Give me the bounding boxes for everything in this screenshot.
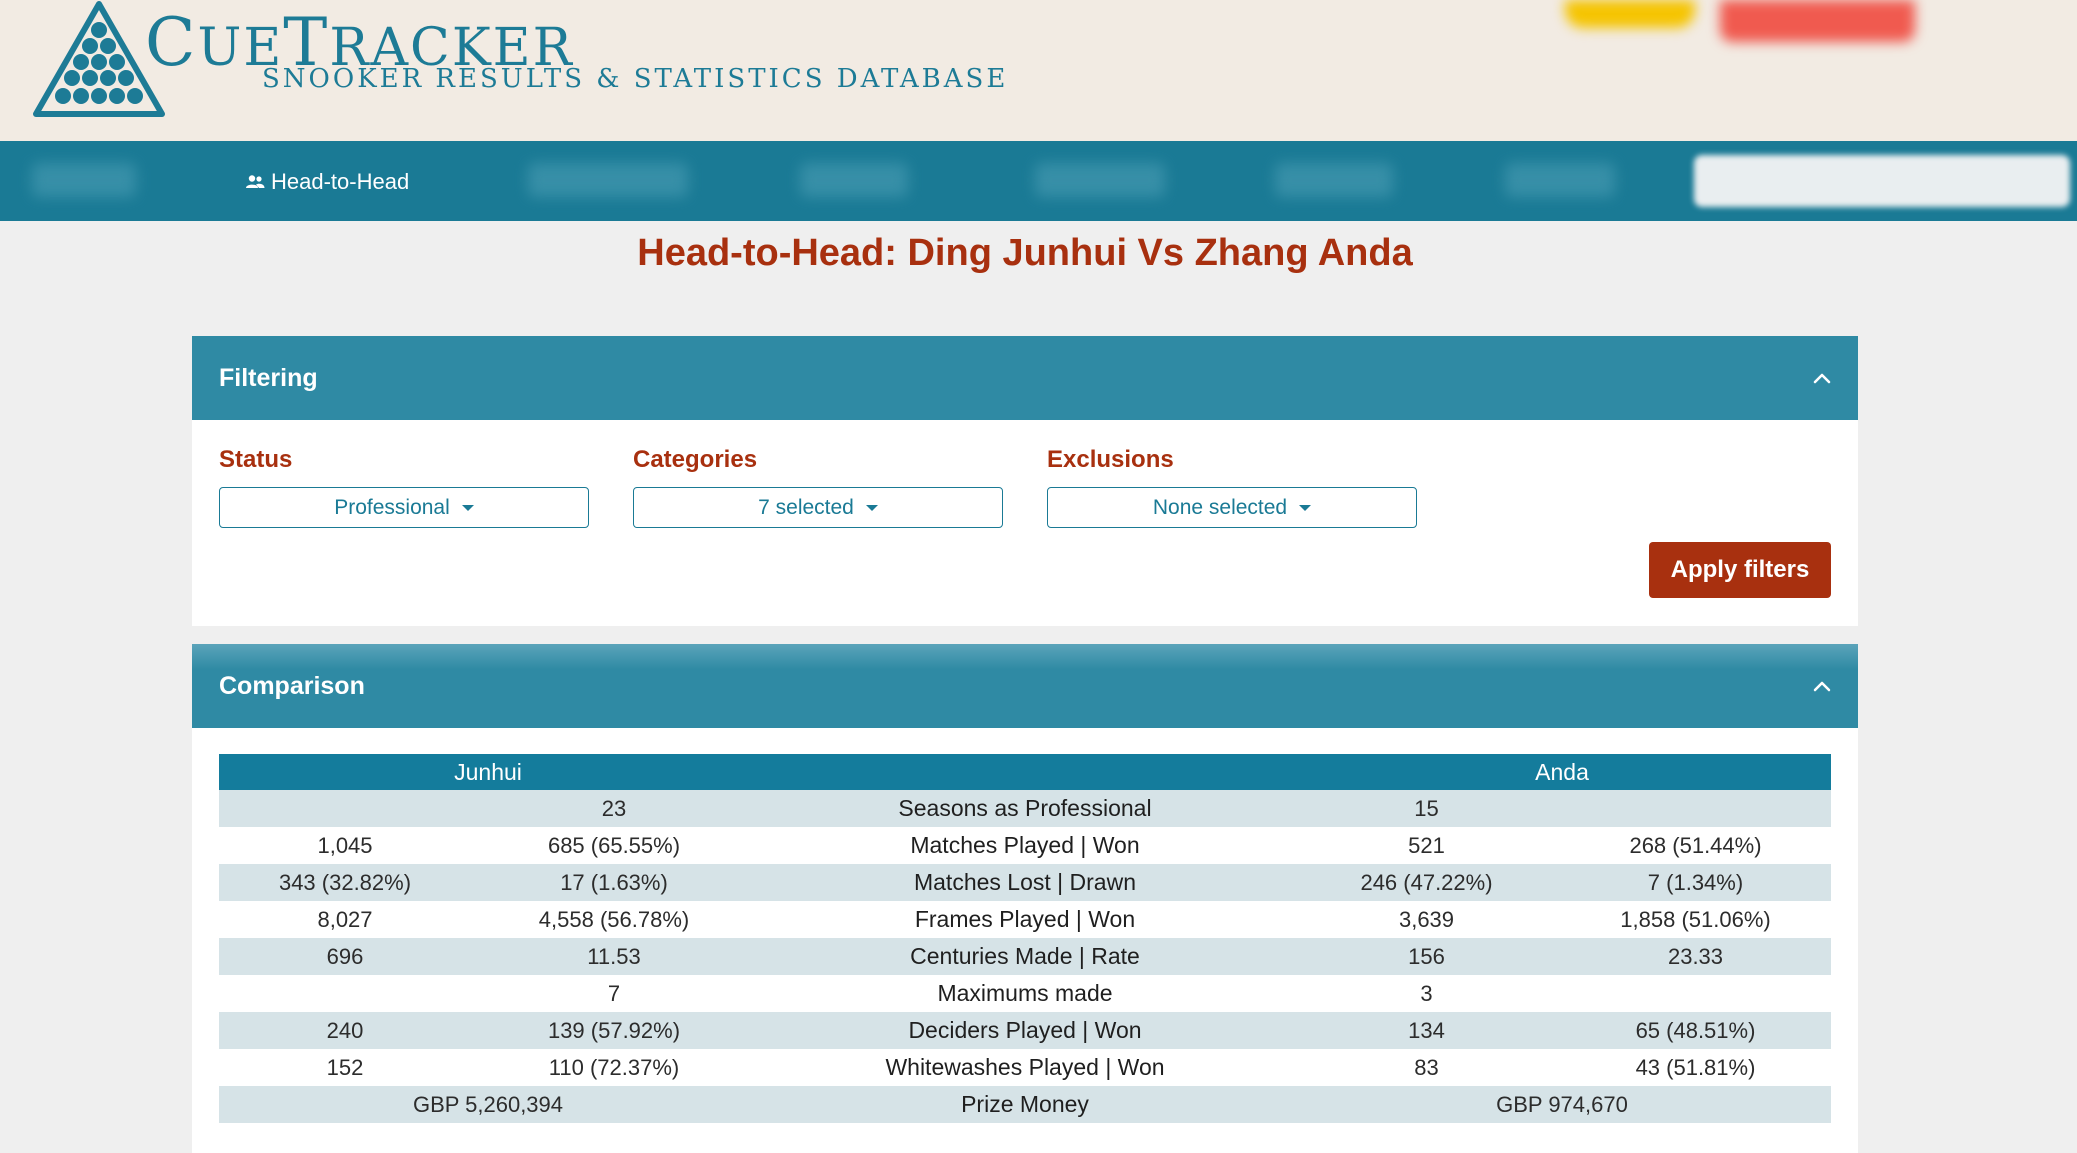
caret-down-icon bbox=[1299, 504, 1312, 511]
p2-value-b bbox=[1560, 975, 1831, 1012]
p1-value-b: 110 (72.37%) bbox=[548, 1054, 680, 1080]
p2-value-b: 43 (51.81%) bbox=[1635, 1054, 1756, 1080]
p1-value-b: 23 bbox=[471, 790, 757, 827]
chevron-up-icon[interactable] bbox=[1812, 372, 1832, 384]
table-row: 7 Maximums made 3 bbox=[219, 975, 1831, 1012]
table-row: 696 11.53 Centuries Made | Rate 156 23.3… bbox=[219, 938, 1831, 975]
table-row: 152 110 (72.37%) Whitewashes Played | Wo… bbox=[219, 1049, 1831, 1086]
search-input[interactable] bbox=[1694, 155, 2070, 207]
stat-label: Centuries Made | Rate bbox=[757, 938, 1293, 975]
comparison-panel-header[interactable]: Comparison bbox=[192, 644, 1858, 728]
p2-value-b: 7 (1.34%) bbox=[1560, 864, 1831, 901]
p2-value-a: 156 bbox=[1293, 938, 1560, 975]
nav-item-blurred[interactable] bbox=[528, 163, 688, 197]
logo-subtitle: SNOOKER RESULTS & STATISTICS DATABASE bbox=[262, 64, 1009, 94]
p1-value-a: 343 (32.82%) bbox=[219, 864, 471, 901]
p2-prize-money: GBP 974,670 bbox=[1293, 1086, 1831, 1123]
stat-label: Whitewashes Played | Won bbox=[885, 1054, 1165, 1080]
p1-value-b: 7 bbox=[607, 980, 621, 1006]
comparison-panel: Comparison Junhui Anda 23 Seasons as Pro… bbox=[192, 644, 1858, 1153]
p1-value-b: 17 (1.63%) bbox=[471, 864, 757, 901]
table-row: 8,027 4,558 (56.78%) Frames Played | Won… bbox=[219, 901, 1831, 938]
p2-value-a: 15 bbox=[1293, 790, 1560, 827]
stat-label: Frames Played | Won bbox=[914, 906, 1136, 932]
p1-value-a: 240 bbox=[219, 1012, 471, 1049]
p2-value-b: 1,858 (51.06%) bbox=[1620, 906, 1771, 932]
exclusions-select[interactable]: None selected bbox=[1047, 487, 1417, 528]
player2-header: Anda bbox=[1293, 754, 1831, 790]
apply-filters-button[interactable]: Apply filters bbox=[1649, 542, 1831, 598]
filtering-panel-header[interactable]: Filtering bbox=[192, 336, 1858, 420]
nav-item-blurred[interactable] bbox=[1505, 163, 1615, 197]
p2-value-a: 3,639 bbox=[1398, 906, 1455, 932]
table-row: GBP 5,260,394 Prize Money GBP 974,670 bbox=[219, 1086, 1831, 1123]
p1-value-a: 1,045 bbox=[317, 832, 373, 858]
player1-header: Junhui bbox=[219, 754, 757, 790]
p1-prize-money: GBP 5,260,394 bbox=[219, 1086, 757, 1123]
p2-value-b: 268 (51.44%) bbox=[1629, 832, 1762, 858]
caret-down-icon bbox=[461, 504, 474, 511]
table-header-row: Junhui Anda bbox=[219, 754, 1831, 790]
table-row: 1,045 685 (65.55%) Matches Played | Won … bbox=[219, 827, 1831, 864]
table-row: 343 (32.82%) 17 (1.63%) Matches Lost | D… bbox=[219, 864, 1831, 901]
table-row: 23 Seasons as Professional 15 bbox=[219, 790, 1831, 827]
p1-value-b: 139 (57.92%) bbox=[471, 1012, 757, 1049]
stat-label: Deciders Played | Won bbox=[757, 1012, 1293, 1049]
p2-value-b: 23.33 bbox=[1560, 938, 1831, 975]
p1-value-a: 8,027 bbox=[317, 906, 373, 932]
page-title: Head-to-Head: Ding Junhui Vs Zhang Anda bbox=[637, 232, 1413, 274]
p1-value-b: 685 (65.55%) bbox=[547, 832, 681, 858]
nav-item-head-to-head[interactable]: Head-to-Head bbox=[245, 166, 409, 198]
p2-value-b bbox=[1560, 790, 1831, 827]
p1-value-b: 4,558 (56.78%) bbox=[538, 906, 690, 932]
caret-down-icon bbox=[865, 504, 878, 511]
stat-header bbox=[757, 754, 1293, 790]
header-blurred-button[interactable] bbox=[1720, 0, 1915, 42]
categories-select[interactable]: 7 selected bbox=[633, 487, 1003, 528]
status-select[interactable]: Professional bbox=[219, 487, 589, 528]
stat-label: Prize Money bbox=[757, 1086, 1293, 1123]
filtering-panel: Filtering Status Professional Categories… bbox=[192, 336, 1858, 626]
p2-value-a: 134 bbox=[1293, 1012, 1560, 1049]
stat-label: Seasons as Professional bbox=[757, 790, 1293, 827]
p1-value-a bbox=[219, 975, 471, 1012]
nav-item-label: Head-to-Head bbox=[271, 169, 410, 194]
p2-value-a: 521 bbox=[1408, 832, 1445, 858]
p2-value-b: 65 (48.51%) bbox=[1560, 1012, 1831, 1049]
table-row: 240 139 (57.92%) Deciders Played | Won 1… bbox=[219, 1012, 1831, 1049]
categories-label: Categories bbox=[633, 446, 758, 473]
nav-item-blurred[interactable] bbox=[800, 163, 908, 197]
status-label: Status bbox=[219, 446, 293, 473]
comparison-title: Comparison bbox=[219, 671, 365, 700]
exclusions-label: Exclusions bbox=[1047, 446, 1174, 473]
p1-value-b: 11.53 bbox=[471, 938, 757, 975]
p1-value-a: 696 bbox=[219, 938, 471, 975]
people-icon bbox=[246, 175, 265, 188]
stat-label: Maximums made bbox=[937, 980, 1113, 1006]
main-nav: Head-to-Head bbox=[0, 141, 2077, 221]
p2-value-a: 83 bbox=[1414, 1054, 1439, 1080]
p2-value-a: 3 bbox=[1420, 980, 1433, 1006]
stat-label: Matches Lost | Drawn bbox=[757, 864, 1293, 901]
p1-value-a: 152 bbox=[326, 1054, 364, 1080]
stat-label: Matches Played | Won bbox=[910, 832, 1140, 858]
site-header: CUETRACKER SNOOKER RESULTS & STATISTICS … bbox=[0, 0, 2077, 141]
header-blurred-button[interactable] bbox=[1565, 0, 1695, 28]
comparison-table: Junhui Anda 23 Seasons as Professional 1… bbox=[219, 754, 1831, 1123]
chevron-up-icon[interactable] bbox=[1812, 680, 1832, 692]
nav-item-blurred[interactable] bbox=[1035, 163, 1165, 197]
nav-item-blurred[interactable] bbox=[1275, 163, 1393, 197]
p1-value-a bbox=[219, 790, 471, 827]
filtering-title: Filtering bbox=[219, 363, 318, 392]
p2-value-a: 246 (47.22%) bbox=[1293, 864, 1560, 901]
nav-item-blurred[interactable] bbox=[32, 163, 136, 197]
